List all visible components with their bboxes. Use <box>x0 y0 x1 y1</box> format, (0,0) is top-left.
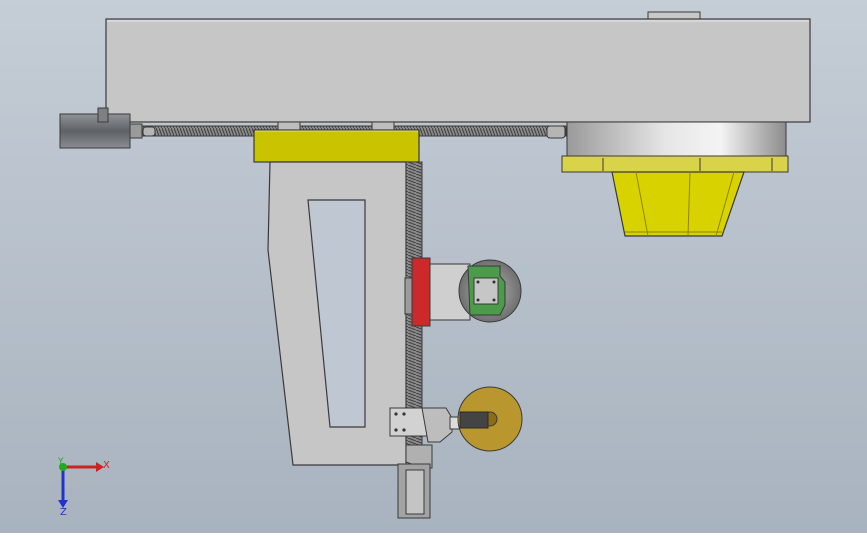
gantry-housing <box>105 18 811 123</box>
spindle-yellow-bowl <box>611 171 745 237</box>
triad-y-label: Y <box>57 457 64 467</box>
c-frame-arm <box>267 161 407 466</box>
cad-viewport[interactable]: X Y Z <box>0 0 867 533</box>
rotary-spindle-drum <box>561 121 789 173</box>
linear-bearing-right <box>371 121 395 131</box>
triad-z-label: Z <box>60 507 67 518</box>
x-axis-carriage-plate <box>253 129 420 163</box>
cad-model-drawing: X Y Z <box>0 0 867 533</box>
x-axis-servo-motor <box>59 107 143 149</box>
grinding-head-assembly <box>404 257 522 327</box>
linear-bearing-left <box>277 121 301 131</box>
red-clamp-block <box>411 257 431 327</box>
triad-x-label: X <box>103 460 110 471</box>
